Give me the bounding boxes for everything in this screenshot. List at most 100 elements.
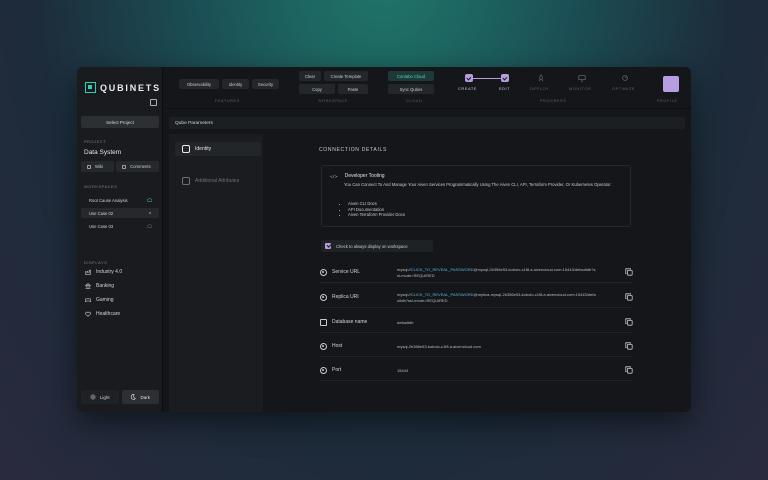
step-edit-label: EDIT <box>499 86 511 91</box>
observability-button[interactable]: Observability <box>179 79 219 89</box>
workspace-item[interactable]: Root Cause Analysis <box>81 195 159 205</box>
tab-additional-attributes[interactable]: Additional Attributes <box>175 174 261 188</box>
comments-icon <box>122 164 126 169</box>
contabo-cloud-button[interactable]: Contabo Cloud <box>388 71 434 81</box>
cloud-icon <box>147 224 152 228</box>
wiki-label: Wiki <box>95 164 104 169</box>
reveal-password-link[interactable]: CLICK_TO_REVEAL_PASSWORD <box>411 267 474 272</box>
bank-icon <box>85 283 91 289</box>
step-create-icon <box>465 74 473 82</box>
wiki-icon <box>87 164 91 169</box>
comments-label: Comments <box>130 164 151 169</box>
gamepad-icon <box>85 298 91 303</box>
display-item-banking[interactable]: Banking <box>85 283 114 289</box>
qube-parameters-header: Qube Parameters <box>169 117 685 129</box>
clear-button[interactable]: Clear <box>299 71 321 81</box>
display-label: Banking <box>96 283 115 289</box>
developer-tooling-title: Developer Tooling <box>344 173 385 179</box>
param-label: Port <box>332 367 342 373</box>
display-item-healthcare[interactable]: Healthcare <box>85 311 120 317</box>
identity-button[interactable]: Identity <box>222 79 249 89</box>
theme-toggle: Light Dark <box>81 390 159 404</box>
avatar[interactable] <box>663 76 679 92</box>
main-panel: Qube Parameters Identity Additional Attr… <box>163 109 691 412</box>
checkbox-checked-icon <box>325 243 331 249</box>
radio-icon[interactable] <box>320 294 327 301</box>
connection-details-title: CONNECTION DETAILS <box>319 147 388 153</box>
logo: QUBINETS <box>85 82 161 93</box>
status-dot-icon <box>149 212 151 214</box>
monitor-icon <box>578 75 586 82</box>
dark-label: Dark <box>140 394 150 400</box>
select-project-button[interactable]: Select Project <box>81 116 159 128</box>
app-window: QUBINETS Select Project PROJECT Data Sys… <box>77 67 691 412</box>
light-theme-button[interactable]: Light <box>81 390 119 404</box>
optimize-icon <box>622 75 628 81</box>
param-label: Service URL <box>332 269 361 275</box>
project-name: Data System <box>84 149 122 156</box>
create-template-button[interactable]: Create Template <box>324 71 368 81</box>
workspace-label: Use Case 02 <box>89 210 114 216</box>
copy-icon[interactable] <box>625 268 633 276</box>
moon-icon <box>131 394 137 400</box>
sidebar-collapse-icon[interactable] <box>150 99 157 106</box>
developer-links: Aiven CLI Docs API Documentation Aiven T… <box>348 201 405 218</box>
parameter-tabs: Identity Additional Attributes <box>169 134 263 412</box>
param-row-database-name: Database name defaultdb <box>319 311 633 333</box>
tab-label: Identity <box>195 146 212 152</box>
param-row-host: Host mysql-2b356e53-kobolo-c1f8.a.aivenc… <box>319 335 633 357</box>
developer-tooling-heading: </> Developer Tooling <box>330 173 385 179</box>
value-prefix: mysql:// <box>397 267 411 272</box>
comments-button[interactable]: Comments <box>116 161 159 172</box>
sync-qubes-button[interactable]: Sync Qubes <box>388 84 434 94</box>
connection-content: CONNECTION DETAILS </> Developer Tooling… <box>263 134 685 412</box>
display-toggle-label: Check to always display on workspace <box>336 243 408 249</box>
wiki-button[interactable]: Wiki <box>81 161 114 172</box>
paste-button[interactable]: Paste <box>338 84 368 94</box>
project-section-label: PROJECT <box>84 139 107 144</box>
step-connector <box>473 77 501 79</box>
copy-icon[interactable] <box>625 342 633 350</box>
radio-icon[interactable] <box>320 269 327 276</box>
param-value[interactable]: defaultdb <box>397 320 597 326</box>
param-label: Host <box>332 343 343 349</box>
security-button[interactable]: Security <box>252 79 279 89</box>
host-icon <box>320 343 327 350</box>
param-value[interactable]: mysql://CLICK_TO_REVEAL_PASSWORD@replica… <box>397 292 597 303</box>
display-item-gaming[interactable]: Gaming <box>85 297 114 303</box>
tab-identity[interactable]: Identity <box>175 142 261 156</box>
step-deploy-label: DEPLOY <box>530 86 550 91</box>
workspaces-section-label: WORKSPACES <box>84 184 118 189</box>
progress-label: PROGRESS <box>540 99 567 103</box>
param-value[interactable]: 15443 <box>397 368 597 374</box>
copy-button[interactable]: Copy <box>299 84 335 94</box>
step-edit-icon <box>501 74 509 82</box>
factory-icon <box>85 269 91 275</box>
code-icon: </> <box>330 173 338 179</box>
display-label: Gaming <box>96 297 114 303</box>
step-optimize-label: OPTIMIZE <box>612 86 635 91</box>
link-terraform-docs[interactable]: Aiven Terraform Provider Docs <box>348 212 405 218</box>
rocket-icon <box>539 74 543 82</box>
copy-icon[interactable] <box>625 366 633 374</box>
dark-theme-button[interactable]: Dark <box>121 390 159 404</box>
step-monitor-label: MONITOR <box>569 86 592 91</box>
display-item-industry[interactable]: Industry 4.0 <box>85 269 122 275</box>
workspace-item[interactable]: Use Case 03 <box>81 221 159 231</box>
copy-icon[interactable] <box>625 318 633 326</box>
value-prefix: mysql:// <box>397 292 411 297</box>
param-value[interactable]: mysql://CLICK_TO_REVEAL_PASSWORD@mysql-2… <box>397 267 597 278</box>
displays-section-label: DISPLAYS <box>84 260 108 265</box>
copy-icon[interactable] <box>625 293 633 301</box>
param-value[interactable]: mysql-2b356e53-kobolo-c1f8.a.aivencloud.… <box>397 344 597 350</box>
port-icon <box>320 367 327 374</box>
param-row-service-url: Service URL mysql://CLICK_TO_REVEAL_PASS… <box>319 261 633 283</box>
workspace-item[interactable]: Use Case 02 <box>81 208 159 218</box>
features-label: FEATURES <box>215 99 240 103</box>
reveal-password-link[interactable]: CLICK_TO_REVEAL_PASSWORD <box>411 292 474 297</box>
tab-label: Additional Attributes <box>195 178 240 184</box>
param-label: Database name <box>332 319 368 325</box>
display-on-workspace-checkbox[interactable]: Check to always display on workspace <box>321 240 433 252</box>
database-icon <box>320 319 327 326</box>
workspace-label: Use Case 03 <box>89 223 114 229</box>
